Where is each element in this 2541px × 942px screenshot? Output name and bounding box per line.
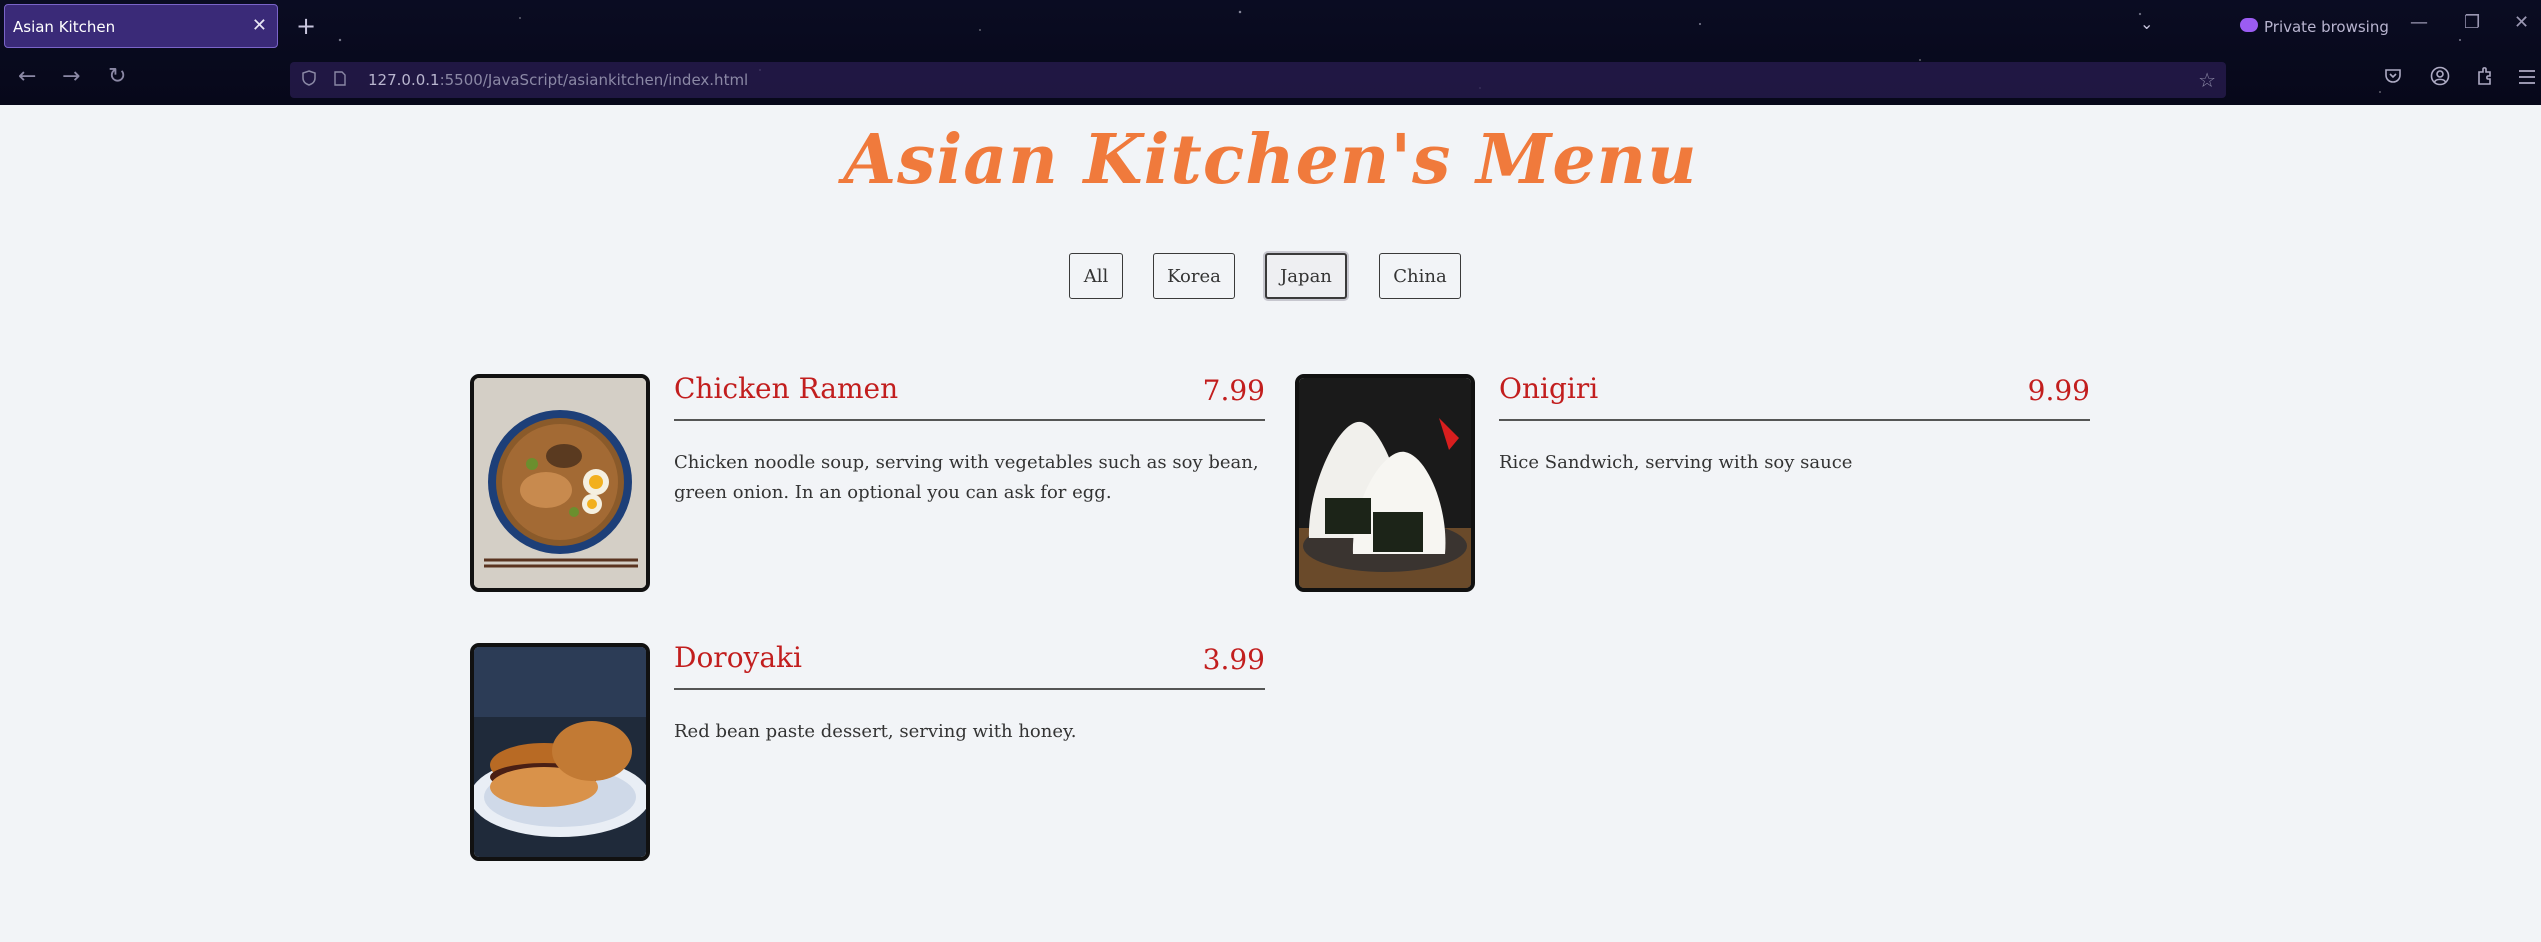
private-browsing-icon <box>2240 18 2258 32</box>
new-tab-icon[interactable]: + <box>296 12 316 40</box>
url-host: 127.0.0.1 <box>368 71 440 89</box>
menu-item: Chicken Ramen 7.99 Chicken noodle soup, … <box>470 372 1265 594</box>
item-name: Doroyaki <box>674 641 802 674</box>
account-icon[interactable] <box>2430 66 2450 91</box>
page-title: Asian Kitchen's Menu <box>843 120 1698 200</box>
url-path: :5500/JavaScript/asiankitchen/index.html <box>439 71 749 89</box>
forward-icon[interactable]: → <box>62 64 80 89</box>
browser-chrome: Asian Kitchen ✕ + ⌄ Private browsing — ❐… <box>0 0 2541 105</box>
browser-tab[interactable]: Asian Kitchen ✕ <box>4 4 278 48</box>
item-price: 7.99 <box>1202 374 1265 407</box>
star-icon[interactable]: ☆ <box>2198 68 2216 92</box>
item-name: Onigiri <box>1499 372 1599 405</box>
close-tab-icon[interactable]: ✕ <box>252 15 267 36</box>
menu-item: Doroyaki 3.99 Red bean paste dessert, se… <box>470 641 1265 863</box>
filter-japan-button[interactable]: Japan <box>1265 253 1347 299</box>
pocket-icon[interactable] <box>2384 66 2402 90</box>
item-description: Red bean paste dessert, serving with hon… <box>674 721 1077 742</box>
menu-icon[interactable] <box>2518 66 2536 90</box>
item-name: Chicken Ramen <box>674 372 899 405</box>
page-icon <box>334 71 346 90</box>
private-browsing-label: Private browsing <box>2264 18 2389 36</box>
window-close-icon[interactable]: ✕ <box>2514 12 2529 33</box>
restore-icon[interactable]: ❐ <box>2464 12 2480 33</box>
item-divider <box>1499 419 2090 421</box>
filter-korea-button[interactable]: Korea <box>1153 253 1235 299</box>
item-price: 9.99 <box>2027 374 2090 407</box>
item-description: Chicken noodle soup, serving with vegeta… <box>674 452 1259 503</box>
reload-icon[interactable]: ↻ <box>108 64 126 89</box>
tab-title: Asian Kitchen <box>13 18 116 36</box>
filter-china-button[interactable]: China <box>1379 253 1461 299</box>
filter-all-button[interactable]: All <box>1069 253 1123 299</box>
onigiri-photo <box>1295 374 1475 592</box>
dorayaki-photo <box>470 643 650 861</box>
ramen-photo <box>470 374 650 592</box>
shield-icon[interactable] <box>302 70 316 90</box>
address-bar[interactable]: 127.0.0.1:5500/JavaScript/asiankitchen/i… <box>290 62 2226 98</box>
extensions-icon[interactable] <box>2476 66 2494 91</box>
item-divider <box>674 688 1265 690</box>
item-description: Rice Sandwich, serving with soy sauce <box>1499 452 1853 473</box>
item-price: 3.99 <box>1202 643 1265 676</box>
back-icon[interactable]: ← <box>18 64 36 89</box>
item-divider <box>674 419 1265 421</box>
url-text[interactable]: 127.0.0.1:5500/JavaScript/asiankitchen/i… <box>368 71 748 89</box>
list-all-tabs-icon[interactable]: ⌄ <box>2140 14 2153 33</box>
minimize-icon[interactable]: — <box>2410 12 2428 33</box>
menu-item: Onigiri 9.99 Rice Sandwich, serving with… <box>1295 372 2090 594</box>
